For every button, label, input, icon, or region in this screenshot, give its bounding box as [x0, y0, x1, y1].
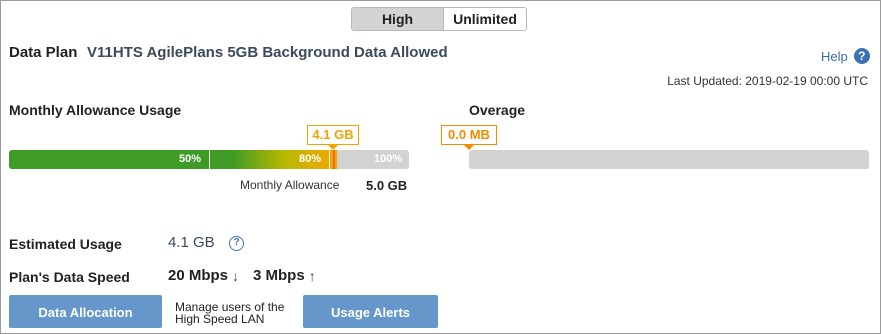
overage-title: Overage: [469, 102, 526, 118]
bar-mark-50: 50%: [179, 153, 202, 165]
usage-callout: 4.1 GB: [307, 125, 359, 150]
upload-speed: 3 Mbps: [253, 267, 305, 284]
data-plan-name: V11HTS AgilePlans 5GB Background Data Al…: [87, 44, 448, 61]
bar-divider-80: [329, 150, 330, 169]
arrow-down-icon: ↓: [232, 267, 240, 284]
last-updated: Last Updated: 2019-02-19 00:00 UTC: [667, 74, 868, 88]
data-usage-panel: High Speed Unlimited Data Plan V11HTS Ag…: [0, 0, 881, 334]
monthly-allowance-label: Monthly Allowance: [240, 178, 340, 192]
question-circle-icon[interactable]: ?: [853, 48, 870, 64]
help-label[interactable]: Help: [821, 49, 848, 64]
overage-bar: [469, 150, 869, 169]
bar-mark-100: 100%: [374, 153, 403, 165]
overage-callout: 0.0 MB: [441, 125, 497, 150]
manage-users-text: Manage users of the High Speed LAN: [175, 300, 285, 326]
data-speed-values: 20 Mbps ↓ 3 Mbps ↑: [168, 267, 316, 284]
usage-alerts-button[interactable]: Usage Alerts: [303, 295, 438, 328]
arrow-up-icon: ↑: [308, 267, 316, 284]
monthly-usage-bar: 50% 80% 100%: [9, 150, 409, 169]
toggle-unlimited[interactable]: Unlimited: [444, 8, 526, 30]
help-circle-icon[interactable]: ?: [229, 236, 244, 251]
data-allocation-button[interactable]: Data Allocation: [9, 295, 162, 328]
toggle-high-speed[interactable]: High Speed: [352, 8, 444, 30]
usage-bar-fill: [9, 150, 337, 169]
estimated-usage-value: 4.1 GB: [168, 234, 215, 251]
monthly-allowance-title: Monthly Allowance Usage: [9, 102, 182, 118]
bar-divider-50: [209, 150, 210, 169]
speed-toggle: High Speed Unlimited: [351, 7, 527, 31]
help-link[interactable]: Help ?: [821, 48, 870, 64]
data-speed-label: Plan's Data Speed: [9, 269, 130, 285]
bar-mark-80: 80%: [299, 153, 322, 165]
data-plan-label: Data Plan: [9, 44, 78, 61]
monthly-allowance-value: 5.0 GB: [366, 178, 408, 193]
usage-marker: [333, 150, 335, 169]
estimated-usage-label: Estimated Usage: [9, 236, 122, 252]
download-speed: 20 Mbps: [168, 267, 229, 284]
